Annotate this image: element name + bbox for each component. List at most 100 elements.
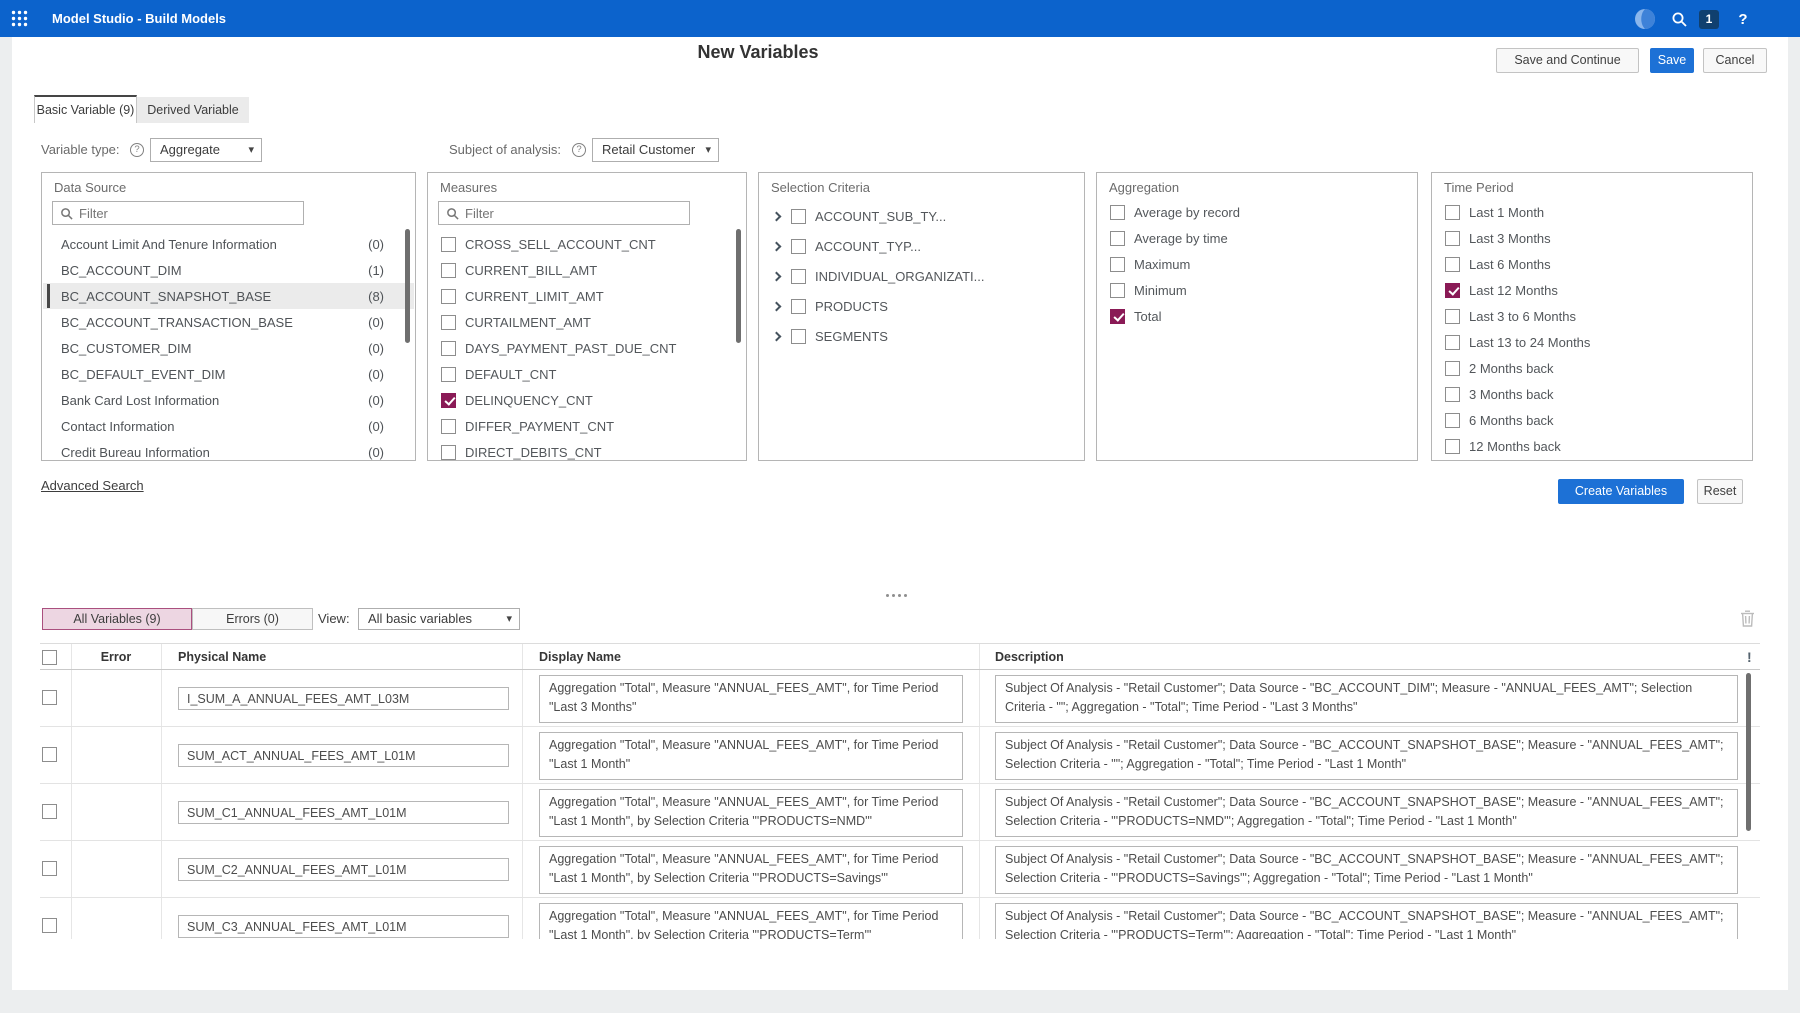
measure-checkbox[interactable] xyxy=(441,419,456,434)
measure-item[interactable]: DELINQUENCY_CNT xyxy=(429,387,745,413)
aggregation-item[interactable]: Maximum xyxy=(1098,251,1416,277)
data-source-item[interactable]: BC_CUSTOMER_DIM(0) xyxy=(43,335,414,361)
measure-item[interactable]: DIFFER_PAYMENT_CNT xyxy=(429,413,745,439)
aggregation-checkbox[interactable] xyxy=(1110,231,1125,246)
criteria-checkbox[interactable] xyxy=(791,329,806,344)
selection-criteria-item[interactable]: SEGMENTS xyxy=(760,321,1083,351)
app-switcher-icon[interactable] xyxy=(11,10,28,27)
expand-chevron-icon[interactable] xyxy=(772,211,782,221)
row-checkbox[interactable] xyxy=(42,690,57,705)
aggregation-checkbox[interactable] xyxy=(1110,205,1125,220)
row-checkbox[interactable] xyxy=(42,861,57,876)
brand-logo-icon[interactable] xyxy=(1633,7,1657,31)
save-and-continue-button[interactable]: Save and Continue xyxy=(1496,48,1639,73)
data-source-item[interactable]: Credit Bureau Information(0) xyxy=(43,439,414,460)
help-icon[interactable]: ? xyxy=(1731,7,1755,31)
physical-name-input[interactable] xyxy=(178,687,509,710)
time-period-item[interactable]: 12 Months back xyxy=(1433,433,1751,459)
measure-item[interactable]: CROSS_SELL_ACCOUNT_CNT xyxy=(429,231,745,257)
variable-type-select[interactable]: Aggregate xyxy=(150,138,262,162)
time-period-checkbox[interactable] xyxy=(1445,335,1460,350)
time-period-item[interactable]: Last 12 Months xyxy=(1433,277,1751,303)
description-box[interactable]: Subject Of Analysis - "Retail Customer";… xyxy=(995,846,1738,894)
measures-scrollbar[interactable] xyxy=(736,229,741,343)
time-period-checkbox[interactable] xyxy=(1445,205,1460,220)
time-period-item[interactable]: 3 Months back xyxy=(1433,381,1751,407)
tab-errors[interactable]: Errors (0) xyxy=(192,608,313,630)
measure-item[interactable]: DAYS_PAYMENT_PAST_DUE_CNT xyxy=(429,335,745,361)
physical-name-input[interactable] xyxy=(178,744,509,767)
description-box[interactable]: Subject Of Analysis - "Retail Customer";… xyxy=(995,903,1738,939)
time-period-item[interactable]: Last 1 Month xyxy=(1433,199,1751,225)
aggregation-checkbox[interactable] xyxy=(1110,309,1125,324)
description-box[interactable]: Subject Of Analysis - "Retail Customer";… xyxy=(995,732,1738,780)
data-source-item[interactable]: BC_DEFAULT_EVENT_DIM(0) xyxy=(43,361,414,387)
data-source-item[interactable]: Contact Information(0) xyxy=(43,413,414,439)
criteria-checkbox[interactable] xyxy=(791,269,806,284)
data-source-scrollbar[interactable] xyxy=(405,229,410,343)
select-all-checkbox[interactable] xyxy=(42,650,57,665)
search-icon[interactable] xyxy=(1667,7,1691,31)
physical-name-input[interactable] xyxy=(178,915,509,938)
data-source-item[interactable]: BC_ACCOUNT_TRANSACTION_BASE(0) xyxy=(43,309,414,335)
data-source-item[interactable]: Bank Card Lost Information(0) xyxy=(43,387,414,413)
display-name-box[interactable]: Aggregation "Total", Measure "ANNUAL_FEE… xyxy=(539,903,963,939)
data-source-item[interactable]: BC_ACCOUNT_SNAPSHOT_BASE(8) xyxy=(43,283,414,309)
measure-checkbox[interactable] xyxy=(441,393,456,408)
data-source-filter-input[interactable] xyxy=(79,202,299,224)
expand-chevron-icon[interactable] xyxy=(772,241,782,251)
display-name-box[interactable]: Aggregation "Total", Measure "ANNUAL_FEE… xyxy=(539,675,963,723)
save-button[interactable]: Save xyxy=(1650,48,1694,73)
measures-filter-input[interactable] xyxy=(465,202,685,224)
aggregation-checkbox[interactable] xyxy=(1110,283,1125,298)
create-variables-button[interactable]: Create Variables xyxy=(1558,479,1684,504)
subject-help-icon[interactable]: ? xyxy=(572,143,586,157)
selection-criteria-item[interactable]: PRODUCTS xyxy=(760,291,1083,321)
tab-basic-variable[interactable]: Basic Variable (9) xyxy=(34,95,137,123)
row-checkbox[interactable] xyxy=(42,918,57,933)
data-source-item[interactable]: Account Limit And Tenure Information(0) xyxy=(43,231,414,257)
reset-button[interactable]: Reset xyxy=(1697,479,1743,504)
view-select[interactable]: All basic variables xyxy=(358,608,520,630)
measure-checkbox[interactable] xyxy=(441,315,456,330)
expand-chevron-icon[interactable] xyxy=(772,331,782,341)
measure-checkbox[interactable] xyxy=(441,237,456,252)
time-period-checkbox[interactable] xyxy=(1445,309,1460,324)
time-period-checkbox[interactable] xyxy=(1445,257,1460,272)
criteria-checkbox[interactable] xyxy=(791,299,806,314)
description-box[interactable]: Subject Of Analysis - "Retail Customer";… xyxy=(995,789,1738,837)
time-period-checkbox[interactable] xyxy=(1445,361,1460,376)
delete-variable-icon[interactable] xyxy=(1740,610,1755,632)
tab-derived-variable[interactable]: Derived Variable xyxy=(137,97,249,123)
criteria-checkbox[interactable] xyxy=(791,209,806,224)
notifications-badge[interactable]: 1 xyxy=(1697,7,1721,31)
variable-type-help-icon[interactable]: ? xyxy=(130,143,144,157)
physical-name-input[interactable] xyxy=(178,801,509,824)
time-period-item[interactable]: Last 3 to 6 Months xyxy=(1433,303,1751,329)
time-period-item[interactable]: 6 Months back xyxy=(1433,407,1751,433)
measure-checkbox[interactable] xyxy=(441,289,456,304)
time-period-item[interactable]: Last 3 Months xyxy=(1433,225,1751,251)
display-name-box[interactable]: Aggregation "Total", Measure "ANNUAL_FEE… xyxy=(539,732,963,780)
aggregation-item[interactable]: Average by record xyxy=(1098,199,1416,225)
display-name-box[interactable]: Aggregation "Total", Measure "ANNUAL_FEE… xyxy=(539,846,963,894)
measure-item[interactable]: DEFAULT_CNT xyxy=(429,361,745,387)
selection-criteria-item[interactable]: ACCOUNT_SUB_TY... xyxy=(760,201,1083,231)
time-period-item[interactable]: Last 13 to 24 Months xyxy=(1433,329,1751,355)
time-period-checkbox[interactable] xyxy=(1445,413,1460,428)
measure-checkbox[interactable] xyxy=(441,445,456,460)
measure-checkbox[interactable] xyxy=(441,341,456,356)
physical-name-input[interactable] xyxy=(178,858,509,881)
expand-chevron-icon[interactable] xyxy=(772,301,782,311)
measure-item[interactable]: CURTAILMENT_AMT xyxy=(429,309,745,335)
description-box[interactable]: Subject Of Analysis - "Retail Customer";… xyxy=(995,675,1738,723)
time-period-item[interactable]: Last 6 Months xyxy=(1433,251,1751,277)
measure-checkbox[interactable] xyxy=(441,263,456,278)
cancel-button[interactable]: Cancel xyxy=(1703,48,1767,73)
criteria-checkbox[interactable] xyxy=(791,239,806,254)
time-period-item[interactable]: 2 Months back xyxy=(1433,355,1751,381)
time-period-checkbox[interactable] xyxy=(1445,231,1460,246)
selection-criteria-item[interactable]: ACCOUNT_TYP... xyxy=(760,231,1083,261)
time-period-checkbox[interactable] xyxy=(1445,439,1460,454)
aggregation-item[interactable]: Average by time xyxy=(1098,225,1416,251)
